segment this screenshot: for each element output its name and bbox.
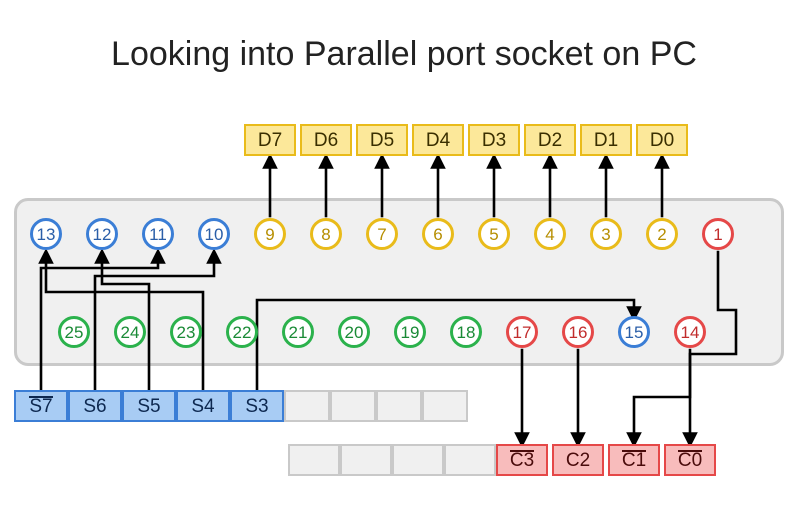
pin-14: 14: [674, 316, 706, 348]
status-bit-S7: S7: [14, 390, 68, 422]
control-pad-0: [288, 444, 340, 476]
status-pad-1: [330, 390, 376, 422]
data-bit-D3: D3: [468, 124, 520, 156]
data-bit-D5: D5: [356, 124, 408, 156]
pin-10: 10: [198, 218, 230, 250]
pin-6: 6: [422, 218, 454, 250]
status-pad-0: [284, 390, 330, 422]
status-pad-2: [376, 390, 422, 422]
pin-17: 17: [506, 316, 538, 348]
control-pad-1: [340, 444, 392, 476]
status-bit-S3: S3: [230, 390, 284, 422]
status-bit-S5: S5: [122, 390, 176, 422]
pin-20: 20: [338, 316, 370, 348]
status-pad-3: [422, 390, 468, 422]
data-bit-D2: D2: [524, 124, 576, 156]
data-bit-D4: D4: [412, 124, 464, 156]
pin-7: 7: [366, 218, 398, 250]
pin-11: 11: [142, 218, 174, 250]
control-bit-C3: C3: [496, 444, 548, 476]
pin-23: 23: [170, 316, 202, 348]
pin-21: 21: [282, 316, 314, 348]
pin-3: 3: [590, 218, 622, 250]
pin-16: 16: [562, 316, 594, 348]
pin-8: 8: [310, 218, 342, 250]
pin-12: 12: [86, 218, 118, 250]
pin-15: 15: [618, 316, 650, 348]
status-bit-S4: S4: [176, 390, 230, 422]
control-pad-2: [392, 444, 444, 476]
pin-25: 25: [58, 316, 90, 348]
data-bit-D0: D0: [636, 124, 688, 156]
pin-1: 1: [702, 218, 734, 250]
pin-5: 5: [478, 218, 510, 250]
control-pad-3: [444, 444, 496, 476]
pin-19: 19: [394, 316, 426, 348]
pin-22: 22: [226, 316, 258, 348]
pin-24: 24: [114, 316, 146, 348]
data-bit-D7: D7: [244, 124, 296, 156]
data-bit-D1: D1: [580, 124, 632, 156]
pin-9: 9: [254, 218, 286, 250]
control-bit-C1: C1: [608, 444, 660, 476]
control-bit-C2: C2: [552, 444, 604, 476]
pin-2: 2: [646, 218, 678, 250]
diagram-title: Looking into Parallel port socket on PC: [0, 35, 808, 74]
pin-18: 18: [450, 316, 482, 348]
status-bit-S6: S6: [68, 390, 122, 422]
data-bit-D6: D6: [300, 124, 352, 156]
pin-4: 4: [534, 218, 566, 250]
pin-13: 13: [30, 218, 62, 250]
control-bit-C0: C0: [664, 444, 716, 476]
